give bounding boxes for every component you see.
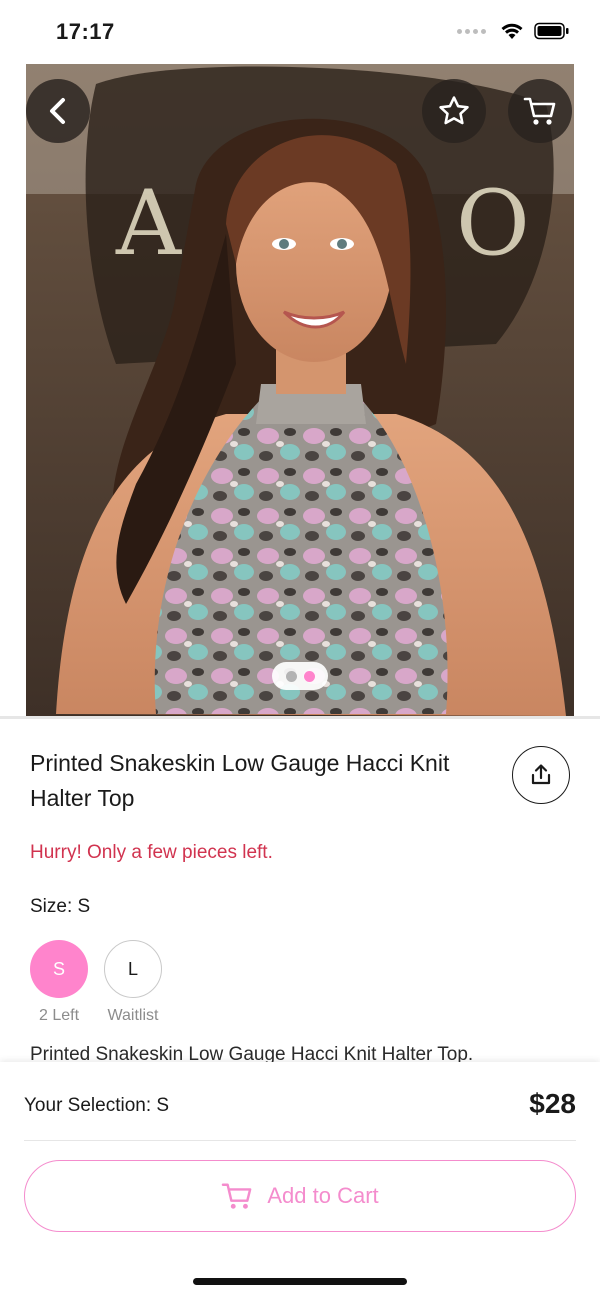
size-label: Size: S (30, 896, 91, 917)
selection-label: Your Selection: S (24, 1095, 170, 1116)
purchase-panel: Your Selection: S $28 Add to Cart (0, 1062, 600, 1299)
divider (24, 1140, 576, 1141)
cart-icon (222, 1183, 252, 1209)
battery-icon (534, 22, 569, 40)
svg-text:O: O (456, 171, 530, 276)
add-to-cart-label: Add to Cart (267, 1183, 379, 1208)
status-time: 17:17 (56, 19, 115, 44)
size-option-s[interactable]: S (30, 940, 88, 998)
favorite-button[interactable] (422, 79, 486, 143)
image-pager[interactable] (272, 662, 328, 690)
product-image-carousel[interactable]: A O (26, 64, 574, 716)
price: $28 (529, 1088, 576, 1119)
cart-icon (523, 97, 556, 125)
size-note-s: 2 Left (38, 1007, 80, 1024)
star-icon (439, 96, 469, 125)
cart-button[interactable] (508, 79, 572, 143)
status-bar: 17:17 (0, 0, 600, 64)
pager-dot-active[interactable] (303, 670, 315, 682)
share-icon (531, 764, 551, 785)
add-to-cart-button[interactable]: Add to Cart (24, 1160, 576, 1232)
pager-dot[interactable] (285, 670, 297, 682)
stock-alert: Hurry! Only a few pieces left. (30, 842, 273, 863)
size-option-l[interactable]: L (104, 940, 162, 998)
back-button[interactable] (26, 79, 90, 143)
wifi-icon (501, 23, 523, 39)
home-indicator[interactable] (193, 1278, 407, 1285)
product-title: Printed Snakeskin Low Gauge Hacci Knit H… (30, 750, 450, 811)
divider (0, 716, 600, 719)
share-button[interactable] (512, 746, 570, 804)
status-icons (457, 22, 570, 40)
svg-text:A: A (115, 171, 182, 276)
product-photo: A O (26, 64, 574, 716)
size-note-l: Waitlist (107, 1007, 159, 1024)
signal-icon (457, 28, 486, 34)
chevron-left-icon (50, 98, 65, 124)
